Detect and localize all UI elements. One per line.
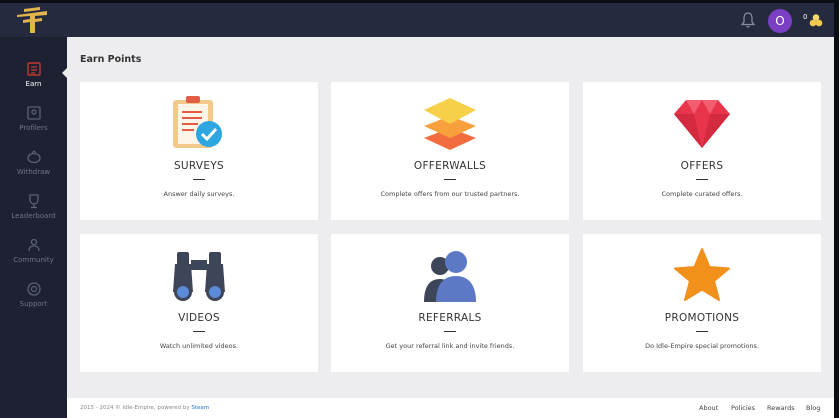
- card-description: Complete offers from our trusted partner…: [380, 190, 520, 198]
- card-description: Complete curated offers.: [661, 190, 743, 198]
- top-bar: O 0: [0, 3, 834, 37]
- card-title: OFFERWALLS: [413, 160, 487, 172]
- piggy-bank-icon: [26, 150, 41, 164]
- star-icon: [674, 248, 730, 301]
- footer-link-rewards[interactable]: Rewards: [767, 404, 795, 412]
- points-balance: 0: [803, 13, 808, 21]
- card-title: REFERRALS: [418, 312, 482, 324]
- sidebar-item-label: Earn: [25, 80, 42, 88]
- divider: [696, 179, 708, 180]
- sidebar-item-earn[interactable]: Earn: [0, 61, 67, 103]
- card-referrals[interactable]: REFERRALS Get your referral link and inv…: [331, 234, 569, 372]
- divider: [193, 179, 205, 180]
- community-icon: [27, 238, 40, 252]
- earn-icon: [26, 62, 41, 76]
- footer-link-about[interactable]: About: [699, 404, 718, 412]
- sidebar-item-label: Withdraw: [16, 168, 51, 176]
- card-promotions[interactable]: PROMOTIONS Do Idle-Empire special promot…: [583, 234, 821, 372]
- sidebar: Earn Profilers Withdraw Leaderboard Comm…: [0, 37, 68, 418]
- card-surveys[interactable]: SURVEYS Answer daily surveys.: [80, 82, 318, 220]
- card-description: Watch unlimited videos.: [159, 342, 239, 350]
- user-avatar[interactable]: O: [768, 9, 792, 33]
- sidebar-item-support[interactable]: Support: [0, 281, 67, 323]
- idle-empire-logo-icon[interactable]: [14, 6, 50, 34]
- gem-icon: [674, 100, 730, 148]
- page-title: Earn Points: [80, 54, 142, 65]
- divider: [444, 179, 456, 180]
- copyright-text: 2015 - 2024 © Idle-Empire, powered by St…: [80, 405, 209, 411]
- sidebar-item-profilers[interactable]: Profilers: [0, 105, 67, 147]
- card-title: PROMOTIONS: [664, 312, 740, 324]
- copyright-label: 2015 - 2024 © Idle-Empire, powered by: [80, 405, 190, 411]
- divider: [193, 331, 205, 332]
- card-description: Get your referral link and invite friend…: [385, 342, 515, 350]
- card-title: SURVEYS: [173, 160, 225, 172]
- card-offerwalls[interactable]: OFFERWALLS Complete offers from our trus…: [331, 82, 569, 220]
- card-description: Do Idle-Empire special promotions.: [645, 342, 759, 350]
- main-content: Earn Points SURVEYS Answer daily surveys…: [67, 37, 834, 418]
- card-title: OFFERS: [680, 160, 724, 172]
- divider: [444, 331, 456, 332]
- bell-icon[interactable]: [740, 11, 756, 29]
- window-frame-right: [834, 0, 839, 418]
- divider: [696, 331, 708, 332]
- sidebar-item-label: Support: [19, 300, 48, 308]
- footer-link-blog[interactable]: Blog: [806, 404, 820, 412]
- sidebar-item-label: Profilers: [19, 124, 48, 132]
- footer-link-policies[interactable]: Policies: [731, 404, 755, 412]
- card-description: Answer daily surveys.: [163, 190, 235, 198]
- layers-icon: [424, 98, 476, 150]
- sidebar-item-leaderboard[interactable]: Leaderboard: [0, 193, 67, 235]
- users-icon: [424, 251, 476, 302]
- sidebar-item-community[interactable]: Community: [0, 237, 67, 279]
- sidebar-item-label: Community: [13, 256, 54, 264]
- coins-icon: [809, 14, 823, 27]
- sidebar-item-label: Leaderboard: [11, 212, 56, 220]
- card-offers[interactable]: OFFERS Complete curated offers.: [583, 82, 821, 220]
- card-videos[interactable]: VIDEOS Watch unlimited videos.: [80, 234, 318, 372]
- clipboard-check-icon: [173, 96, 222, 148]
- footer: 2015 - 2024 © Idle-Empire, powered by St…: [67, 398, 834, 418]
- sidebar-item-withdraw[interactable]: Withdraw: [0, 149, 67, 191]
- profilers-icon: [26, 106, 41, 120]
- steam-link[interactable]: Steam: [191, 405, 209, 411]
- binoculars-icon: [173, 252, 225, 301]
- support-icon: [26, 282, 41, 296]
- card-title: VIDEOS: [178, 312, 220, 324]
- trophy-icon: [28, 194, 39, 209]
